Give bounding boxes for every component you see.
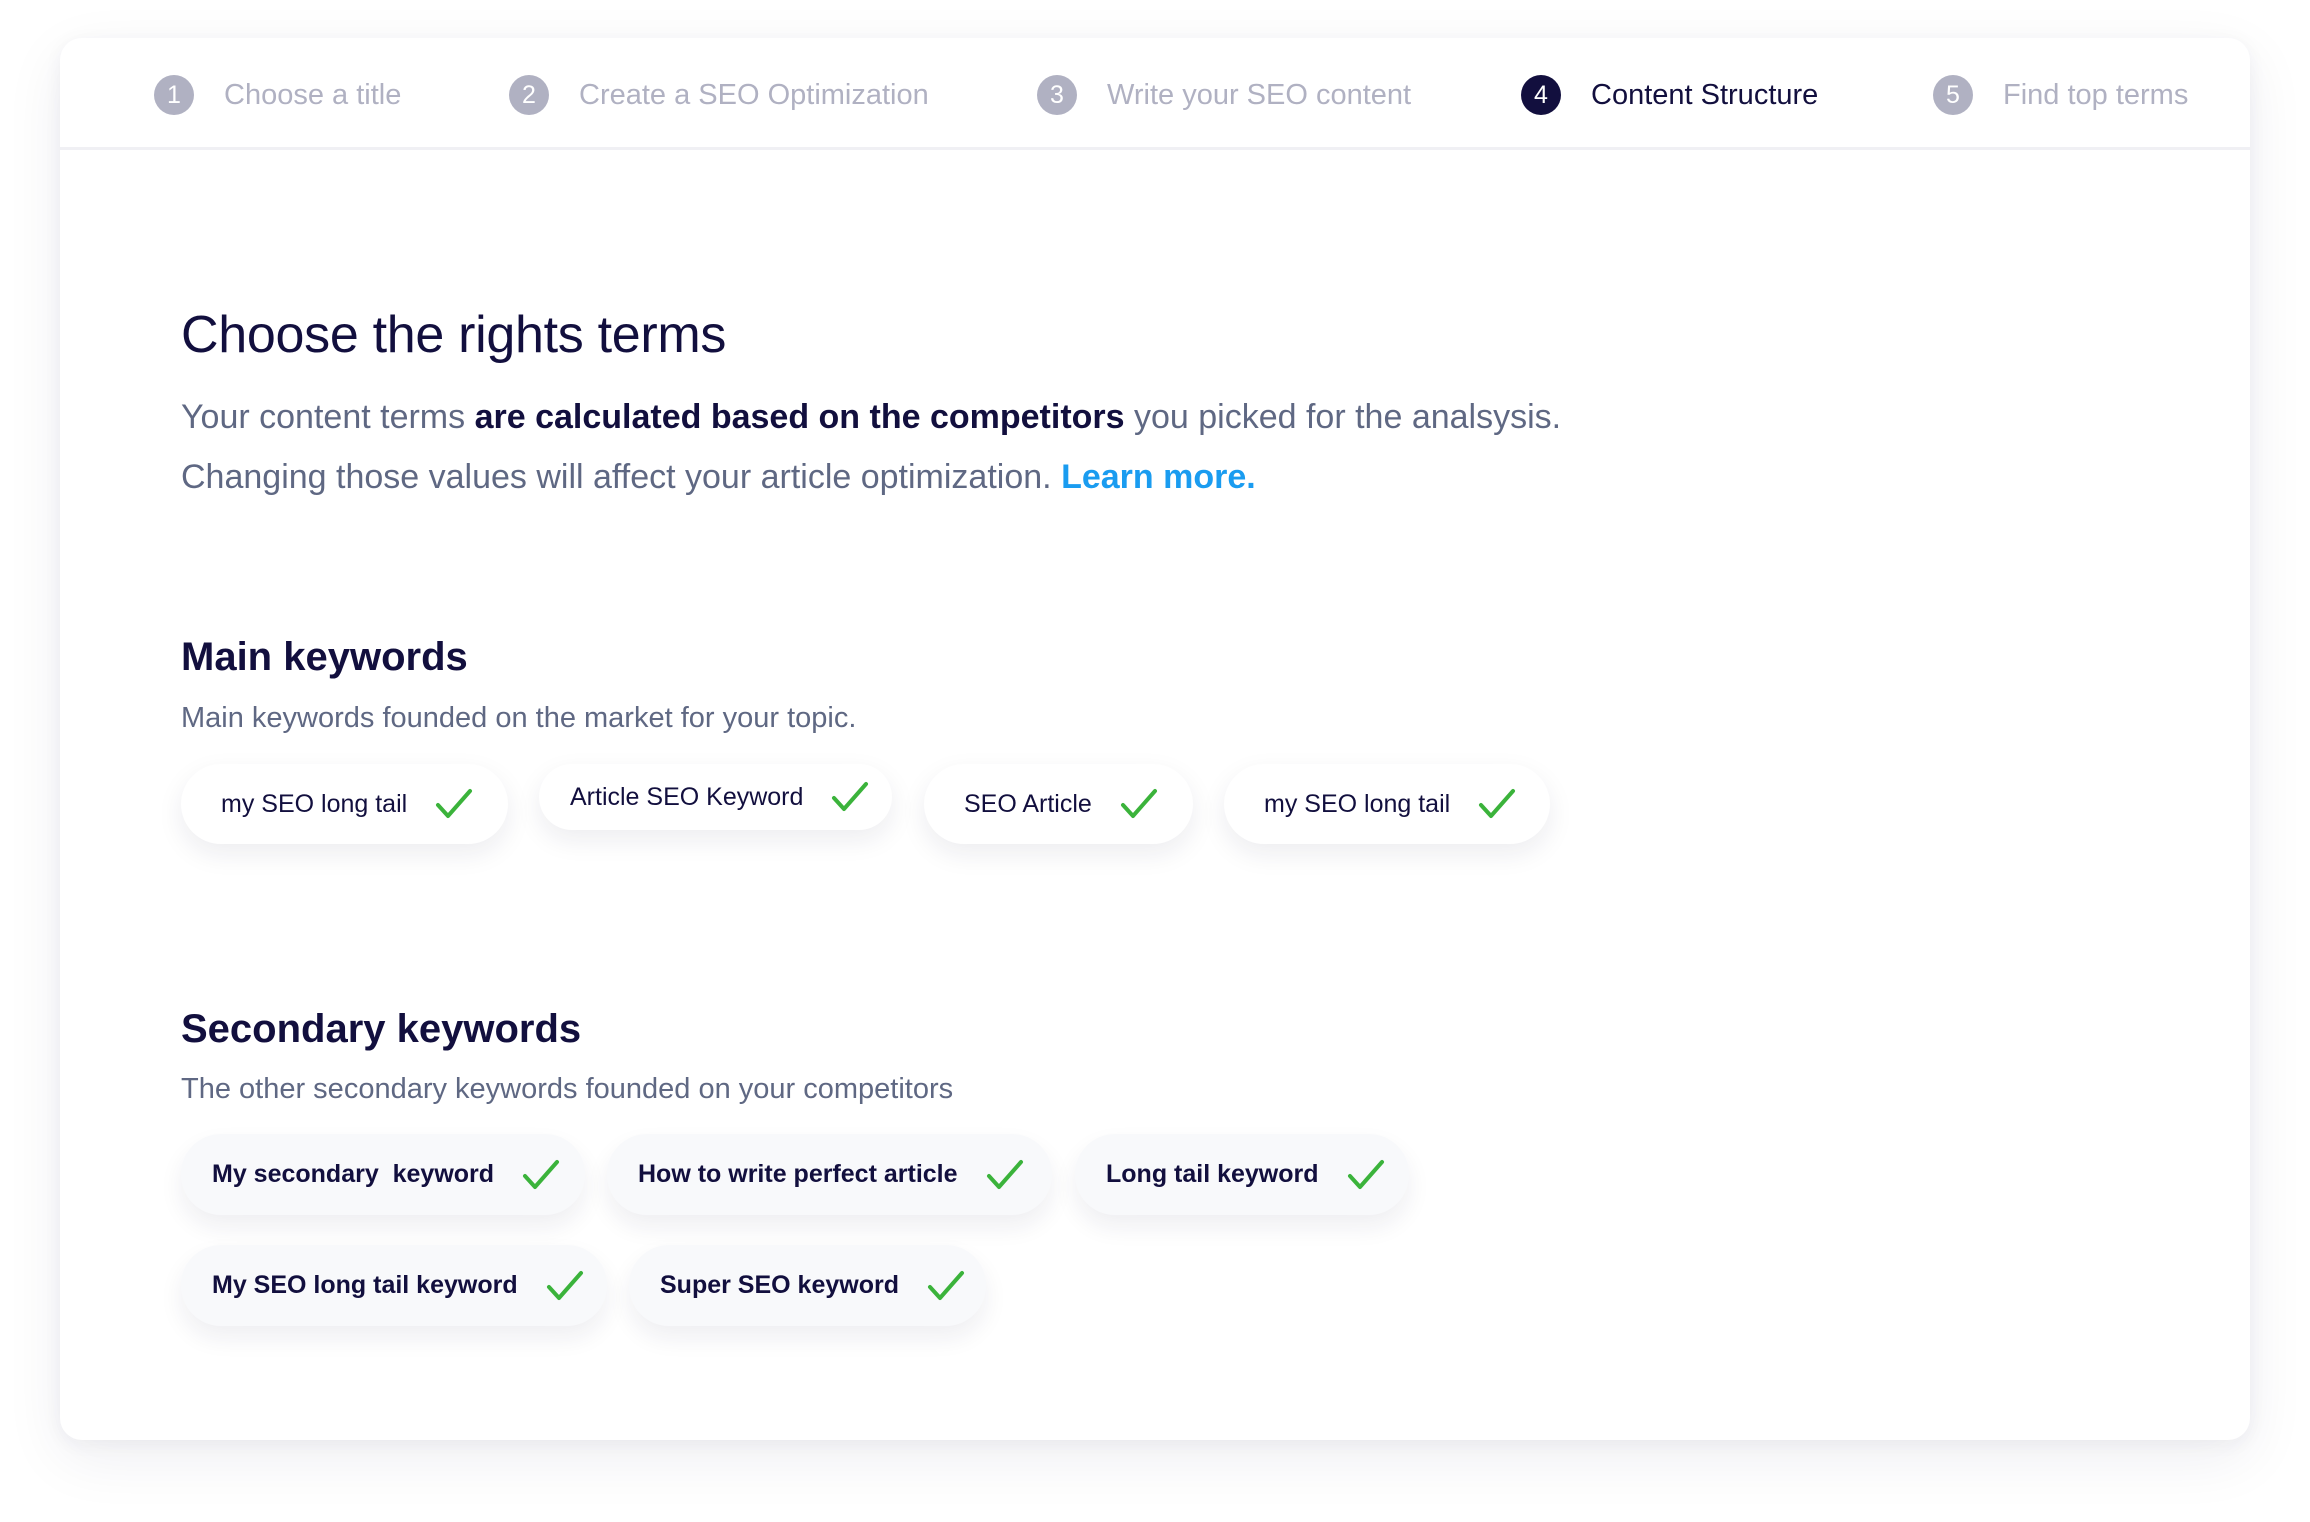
secondary-keywords-subtitle: The other secondary keywords founded on …	[181, 1073, 954, 1105]
check-icon	[1478, 788, 1516, 820]
check-icon	[546, 1270, 584, 1302]
main-keyword-chip[interactable]: SEO Article	[924, 764, 1193, 844]
intro-emphasis: are calculated based on the competitors	[474, 398, 1125, 436]
page-title: Choose the rights terms	[181, 306, 727, 364]
check-icon	[1120, 788, 1158, 820]
main-keyword-chip[interactable]: Article SEO Keyword	[539, 764, 892, 830]
stepper: 1 Choose a title 2 Create a SEO Optimiza…	[60, 38, 2250, 150]
check-icon	[1347, 1159, 1385, 1191]
chip-label: my SEO long tail	[221, 789, 408, 818]
secondary-keyword-chip[interactable]: My secondary keyword	[181, 1134, 585, 1215]
main-keywords-title: Main keywords	[181, 635, 468, 679]
secondary-keywords-title: Secondary keywords	[181, 1007, 582, 1051]
step-label: Find top terms	[2003, 78, 2189, 111]
chip-label: my SEO long tail	[1264, 789, 1451, 818]
intro-line-2: Changing those values will affect your a…	[181, 458, 1256, 497]
step-label: Choose a title	[224, 78, 402, 111]
chip-label: Long tail keyword	[1106, 1160, 1319, 1188]
step-number-badge: 4	[1521, 75, 1561, 115]
intro-text: Changing those values will affect your a…	[181, 458, 1062, 496]
check-icon	[986, 1159, 1024, 1191]
intro-line-1: Your content terms are calculated based …	[181, 398, 1561, 437]
chip-label: SEO Article	[964, 789, 1092, 818]
step-choose-title[interactable]: 1 Choose a title	[154, 74, 401, 116]
step-number-badge: 2	[509, 75, 549, 115]
check-icon	[831, 781, 869, 813]
chip-label: My secondary keyword	[212, 1160, 495, 1188]
check-icon	[522, 1159, 560, 1191]
intro-text: you picked for the analsysis.	[1124, 398, 1562, 436]
step-label: Create a SEO Optimization	[579, 78, 929, 111]
main-keywords-subtitle: Main keywords founded on the market for …	[181, 702, 857, 734]
chip-label: My SEO long tail keyword	[212, 1271, 518, 1299]
chip-label: Super SEO keyword	[660, 1271, 899, 1299]
secondary-keyword-chip[interactable]: Long tail keyword	[1075, 1134, 1409, 1215]
step-find-top-terms[interactable]: 5 Find top terms	[1933, 74, 2188, 116]
step-label: Write your SEO content	[1107, 78, 1412, 111]
learn-more-link[interactable]: Learn more.	[1061, 458, 1256, 496]
main-keyword-chip[interactable]: my SEO long tail	[1224, 764, 1550, 844]
check-icon	[927, 1270, 965, 1302]
wizard-card: 1 Choose a title 2 Create a SEO Optimiza…	[60, 38, 2250, 1440]
check-icon	[435, 788, 473, 820]
step-create-seo-optimization[interactable]: 2 Create a SEO Optimization	[509, 74, 929, 116]
secondary-keyword-chip[interactable]: My SEO long tail keyword	[181, 1245, 607, 1326]
secondary-keyword-chip[interactable]: How to write perfect article	[607, 1134, 1052, 1215]
step-label: Content Structure	[1591, 78, 1819, 111]
chip-label: Article SEO Keyword	[570, 782, 804, 811]
chip-label: How to write perfect article	[638, 1160, 958, 1188]
step-content-structure[interactable]: 4 Content Structure	[1521, 74, 1818, 116]
step-number-badge: 1	[154, 75, 194, 115]
intro-text: Your content terms	[181, 398, 475, 436]
step-number-badge: 5	[1933, 75, 1973, 115]
step-number-badge: 3	[1037, 75, 1077, 115]
step-write-seo-content[interactable]: 3 Write your SEO content	[1037, 74, 1411, 116]
main-keyword-chip[interactable]: my SEO long tail	[181, 764, 508, 844]
secondary-keyword-chip[interactable]: Super SEO keyword	[629, 1245, 986, 1326]
